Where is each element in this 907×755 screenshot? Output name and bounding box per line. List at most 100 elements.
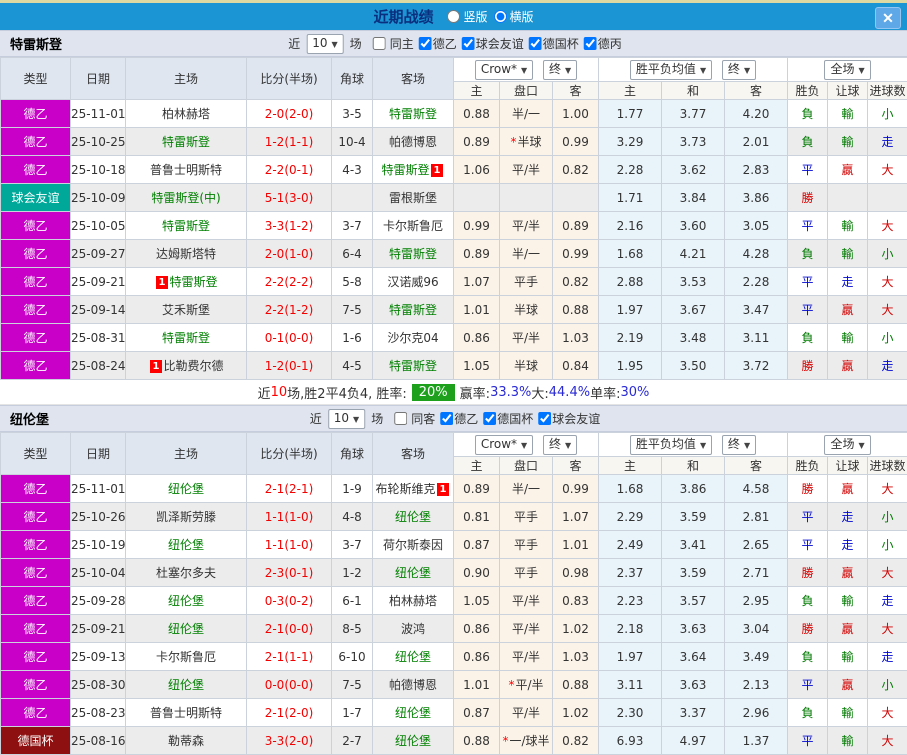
score-value: 2-2(2-2) (265, 275, 314, 289)
same-venue-label: 同客 (411, 410, 435, 427)
close-button[interactable]: ✕ (875, 7, 901, 29)
goals-cell: 大 (868, 296, 907, 324)
league-checkbox[interactable] (483, 412, 496, 425)
result-cell: 勝 (788, 184, 828, 212)
avg-final-select[interactable]: 终▼ (722, 60, 756, 80)
goals-cell-value: 大 (882, 734, 894, 748)
rank-badge: 1 (431, 164, 444, 177)
odds-final-select[interactable]: 终▼ (543, 60, 577, 80)
handicap-cell: 半/一 (500, 100, 553, 128)
goals-cell-value: 小 (882, 510, 894, 524)
handicap-result-cell-value: 輸 (842, 219, 854, 233)
home-team-cell: 普鲁士明斯特 (126, 699, 247, 727)
goals-cell: 小 (868, 671, 907, 699)
away-team-name: 布轮斯维克 (376, 482, 436, 496)
col-header-result: 胜负 (788, 82, 828, 100)
avg-win-cell: 3.11 (599, 671, 662, 699)
avg-final-select[interactable]: 终▼ (722, 435, 756, 455)
league-filter-0[interactable]: 德乙 (414, 35, 457, 52)
home-odds-cell: 0.99 (454, 212, 500, 240)
handicap-result-cell: 贏 (828, 156, 868, 184)
odds-source-select[interactable]: Crow*▼ (475, 60, 533, 80)
avg-lose-cell: 2.28 (725, 268, 788, 296)
summary-text: 近 (258, 383, 271, 402)
score-value: 1-1(1-0) (265, 510, 314, 524)
same-venue-checkbox[interactable] (394, 412, 407, 425)
away-odds-cell: 1.02 (553, 615, 599, 643)
score-value: 1-2(0-1) (265, 359, 314, 373)
league-cell: 德乙 (1, 643, 71, 671)
home-odds-cell: 0.86 (454, 643, 500, 671)
handicap-result-cell: 輸 (828, 699, 868, 727)
home-odds-cell: 1.05 (454, 587, 500, 615)
home-team-cell: 杜塞尔多夫 (126, 559, 247, 587)
games-count-select[interactable]: 10▼ (306, 34, 343, 54)
corner-cell: 6-4 (332, 240, 373, 268)
score-value: 1-1(1-0) (265, 538, 314, 552)
panel-title: 近期战绩 (373, 6, 433, 27)
home-team-cell: 纽伦堡 (126, 671, 247, 699)
col-header-date: 日期 (71, 58, 126, 100)
avg-lose-cell: 2.71 (725, 559, 788, 587)
avg-draw-cell: 3.53 (662, 268, 725, 296)
avg-lose-cell: 3.11 (725, 324, 788, 352)
scope-select[interactable]: 全场▼ (824, 435, 870, 455)
col-header-odds-home: 主 (454, 82, 500, 100)
handicap-result-cell: 贏 (828, 296, 868, 324)
view-mode-radio-1[interactable]: 横版 (494, 8, 534, 25)
avg-source-select[interactable]: 胜平负均值▼ (630, 60, 712, 80)
date-cell: 25-09-21 (71, 268, 126, 296)
same-venue-filter[interactable]: 同主 (365, 35, 414, 52)
league-filter-1[interactable]: 德国杯 (478, 410, 533, 427)
goals-cell-value: 小 (882, 247, 894, 261)
handicap-star: * (508, 678, 514, 692)
league-filter-0[interactable]: 德乙 (435, 410, 478, 427)
odds-source-select[interactable]: Crow*▼ (475, 435, 533, 455)
league-checkbox[interactable] (538, 412, 551, 425)
home-team-name: 特雷斯登 (162, 135, 210, 149)
avg-source-select[interactable]: 胜平负均值▼ (630, 435, 712, 455)
scope-select[interactable]: 全场▼ (824, 60, 870, 80)
view-mode-radio-0[interactable]: 竖版 (447, 8, 487, 25)
home-team-cell: 普鲁士明斯特 (126, 156, 247, 184)
same-venue-filter[interactable]: 同客 (386, 410, 435, 427)
home-odds-cell: 0.89 (454, 475, 500, 503)
section-header: 纽伦堡 近10▼场同客德乙德国杯球会友谊 (0, 405, 907, 432)
league-checkbox[interactable] (440, 412, 453, 425)
handicap-cell: 半球 (500, 352, 553, 380)
rank-badge: 1 (437, 483, 450, 496)
away-team-cell: 帕德博恩 (373, 671, 454, 699)
result-cell: 負 (788, 699, 828, 727)
league-checkbox[interactable] (419, 37, 432, 50)
chevron-down-icon: ▼ (700, 441, 706, 450)
goals-cell: 走 (868, 128, 907, 156)
handicap-value: 半/一 (512, 107, 540, 121)
away-odds-cell: 0.82 (553, 727, 599, 755)
odds-dropdown-group: Crow*▼ 终▼ (454, 433, 599, 457)
league-filter-2[interactable]: 德国杯 (524, 35, 579, 52)
corner-cell: 1-9 (332, 475, 373, 503)
handicap-value: 半/一 (512, 482, 540, 496)
league-filter-1[interactable]: 球会友谊 (457, 35, 524, 52)
games-count-select-value: 10 (312, 36, 327, 50)
view-mode-radio-input[interactable] (494, 10, 507, 23)
away-team-name: 特雷斯登 (389, 359, 437, 373)
league-checkbox[interactable] (529, 37, 542, 50)
goals-cell: 小 (868, 240, 907, 268)
league-filter-label: 球会友谊 (552, 410, 600, 427)
handicap-value: 一/球半 (509, 734, 549, 748)
league-filter-2[interactable]: 球会友谊 (533, 410, 600, 427)
home-team-name: 特雷斯登 (162, 331, 210, 345)
league-checkbox[interactable] (462, 37, 475, 50)
stat-label: 赢率: (460, 383, 490, 402)
view-mode-radio-input[interactable] (447, 10, 460, 23)
games-count-select[interactable]: 10▼ (328, 409, 365, 429)
avg-lose-cell: 4.58 (725, 475, 788, 503)
match-row: 德乙25-10-19纽伦堡1-1(1-0)3-7荷尔斯泰因0.87平手1.012… (1, 531, 907, 559)
odds-final-select[interactable]: 终▼ (543, 435, 577, 455)
league-checkbox[interactable] (584, 37, 597, 50)
date-cell: 25-11-01 (71, 100, 126, 128)
league-filter-3[interactable]: 德丙 (579, 35, 622, 52)
goals-cell: 小 (868, 100, 907, 128)
same-venue-checkbox[interactable] (373, 37, 386, 50)
